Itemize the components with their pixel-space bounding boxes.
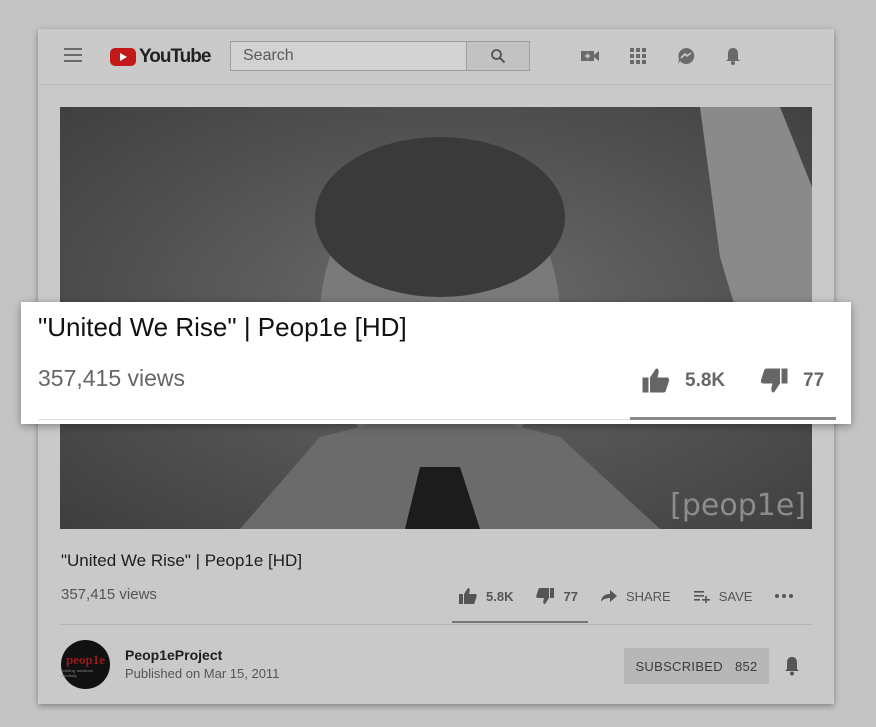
dislike-count: 77 bbox=[563, 588, 578, 604]
zoomed-view-count: 357,415 views bbox=[38, 365, 186, 391]
zoomed-video-title: "United We Rise" | Peop1e [HD] bbox=[38, 312, 407, 342]
more-horizontal-icon bbox=[775, 594, 794, 598]
zoomed-highlight-panel: "United We Rise" | Peop1e [HD] 357,415 v… bbox=[21, 302, 851, 424]
subscribed-button[interactable]: SUBSCRIBED 852 bbox=[624, 648, 769, 684]
video-watermark: [peop1e] bbox=[670, 488, 806, 523]
video-actions: 5.8K 77 SHARE SAVE bbox=[458, 587, 824, 605]
view-count: 357,415 views bbox=[61, 586, 157, 603]
like-button[interactable]: 5.8K bbox=[458, 587, 513, 605]
video-camera-add-icon[interactable] bbox=[580, 46, 600, 66]
playlist-add-icon bbox=[693, 591, 710, 603]
more-actions-button[interactable] bbox=[774, 593, 802, 599]
search-input[interactable]: Search bbox=[230, 41, 467, 71]
save-label: SAVE bbox=[718, 588, 753, 604]
avatar-logo-text: peop1e bbox=[66, 651, 105, 667]
divider bbox=[60, 624, 812, 625]
youtube-play-icon bbox=[110, 48, 136, 66]
channel-avatar[interactable]: peop1e building, solutions, mindfully bbox=[61, 640, 110, 689]
avatar-logo-subtext: building, solutions, mindfully bbox=[61, 667, 94, 678]
dislike-button[interactable]: 77 bbox=[535, 587, 578, 605]
subscriber-count: 852 bbox=[734, 658, 758, 674]
notification-bell-icon[interactable] bbox=[782, 655, 802, 677]
menu-icon[interactable] bbox=[64, 48, 82, 62]
channel-name[interactable]: Peop1eProject bbox=[125, 647, 222, 663]
zoomed-dislike-button[interactable]: 77 bbox=[759, 367, 824, 394]
video-title: "United We Rise" | Peop1e [HD] bbox=[61, 551, 303, 570]
publish-date: Published on Mar 15, 2011 bbox=[125, 666, 280, 681]
thumbs-down-icon bbox=[536, 588, 555, 604]
subscribe-label: SUBSCRIBED bbox=[635, 658, 723, 674]
share-arrow-icon bbox=[600, 590, 617, 602]
save-button[interactable]: SAVE bbox=[693, 588, 753, 604]
zoomed-like-count: 5.8K bbox=[685, 369, 726, 391]
notifications-bell-icon[interactable] bbox=[723, 46, 743, 66]
search-icon bbox=[491, 49, 506, 64]
zoomed-like-button[interactable]: 5.8K bbox=[641, 367, 725, 394]
zoomed-sentiment-bar bbox=[630, 417, 836, 420]
youtube-logo[interactable]: YouTube bbox=[110, 46, 211, 68]
like-count: 5.8K bbox=[486, 588, 514, 604]
thumbs-up-icon bbox=[642, 368, 670, 393]
thumbs-down-icon bbox=[760, 368, 788, 393]
logo-wordmark: YouTube bbox=[139, 46, 211, 67]
messages-icon[interactable] bbox=[676, 46, 696, 66]
apps-grid-icon[interactable] bbox=[628, 46, 648, 66]
share-label: SHARE bbox=[625, 588, 671, 604]
sentiment-bar bbox=[452, 621, 588, 623]
zoomed-dislike-count: 77 bbox=[803, 369, 825, 391]
top-bar: YouTube Search bbox=[38, 29, 834, 85]
share-button[interactable]: SHARE bbox=[600, 589, 671, 604]
thumbs-up-icon bbox=[459, 588, 477, 604]
search-button[interactable] bbox=[466, 41, 530, 71]
